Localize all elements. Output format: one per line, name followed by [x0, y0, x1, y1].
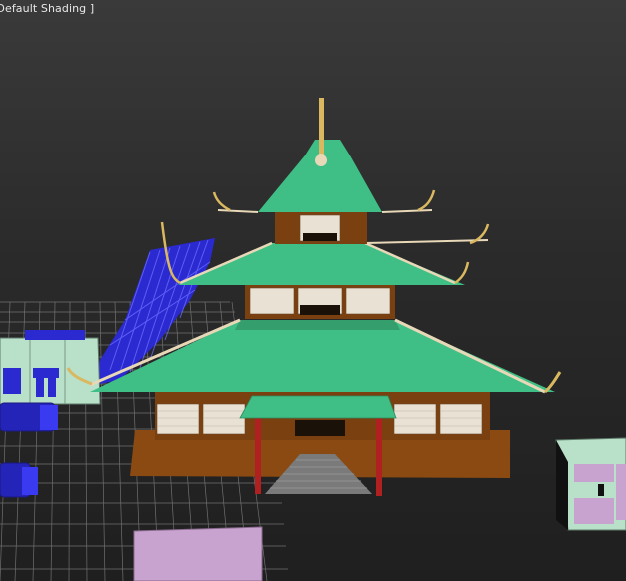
left-pale-box[interactable]: [0, 330, 101, 405]
roof-finial[interactable]: [315, 98, 327, 166]
scene-canvas[interactable]: [0, 0, 626, 581]
top-floor[interactable]: [275, 212, 367, 244]
right-pale-box[interactable]: [555, 437, 626, 531]
porch-roof[interactable]: [239, 395, 397, 419]
second-floor[interactable]: [245, 285, 395, 319]
pink-box[interactable]: [133, 526, 263, 581]
3d-viewport[interactable]: [Default Shading ]: [0, 0, 626, 581]
